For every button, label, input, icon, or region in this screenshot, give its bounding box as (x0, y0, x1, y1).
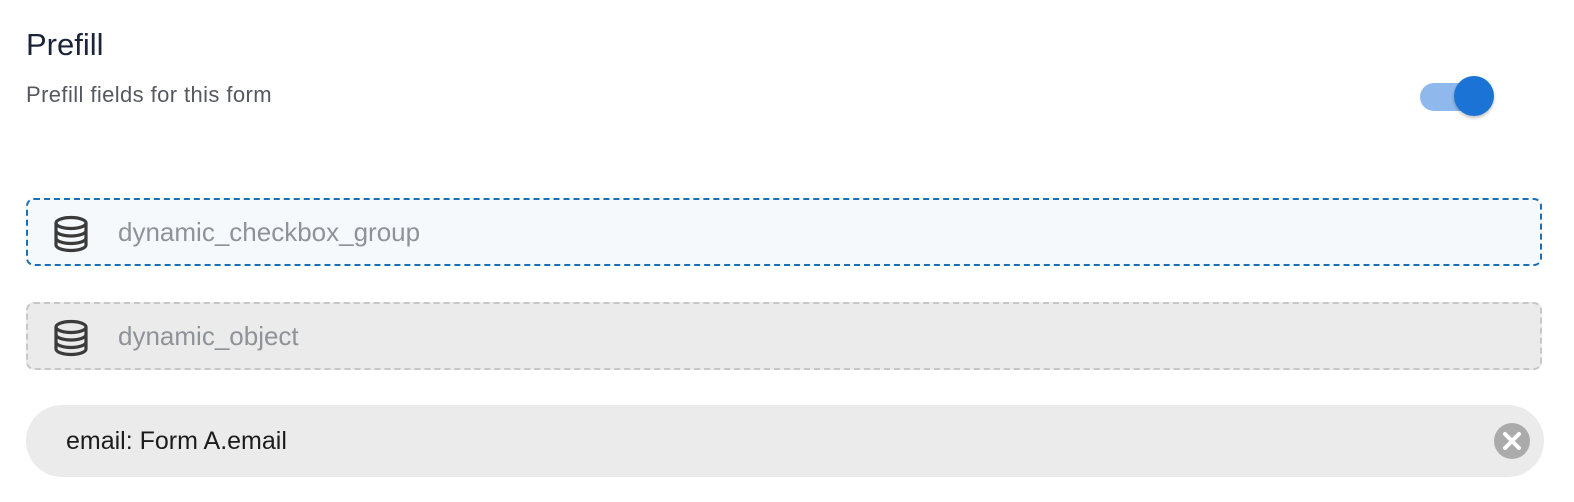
mapping-chip[interactable]: email: Form A.email (26, 405, 1544, 477)
database-icon (54, 319, 88, 357)
section-subtitle: Prefill fields for this form (26, 82, 272, 107)
prefill-toggle[interactable] (1420, 76, 1496, 118)
close-circle-icon[interactable] (1494, 423, 1530, 459)
toggle-thumb (1454, 76, 1494, 116)
field-dropzone-dynamic-object[interactable]: dynamic_object (26, 302, 1542, 370)
section-title: Prefill (26, 27, 104, 62)
field-label: dynamic_checkbox_group (118, 217, 421, 247)
field-dropzone-dynamic-checkbox-group[interactable]: dynamic_checkbox_group (26, 198, 1542, 266)
mapping-chip-label: email: Form A.email (66, 427, 287, 455)
field-label: dynamic_object (118, 321, 299, 351)
database-icon (54, 215, 88, 253)
